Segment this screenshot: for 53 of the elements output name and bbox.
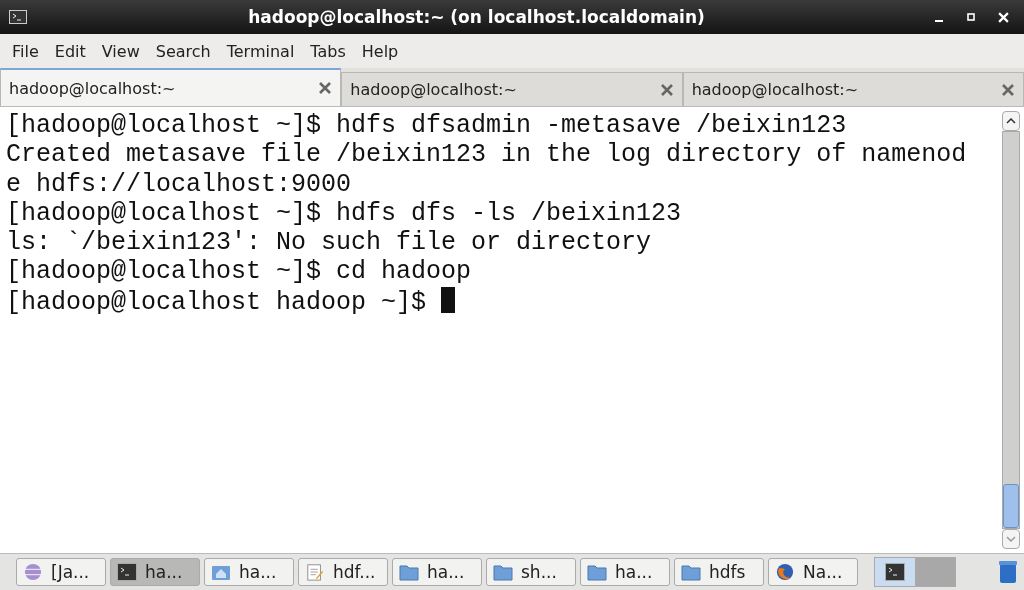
- window-title: hadoop@localhost:~ (on localhost.localdomain): [247, 7, 706, 27]
- minimize-icon: [935, 20, 943, 22]
- folder-icon: [493, 563, 513, 581]
- menu-item[interactable]: Terminal: [218, 38, 303, 64]
- tab[interactable]: hadoop@localhost:~: [0, 68, 342, 106]
- terminal-icon: [9, 10, 27, 24]
- tab[interactable]: hadoop@localhost:~: [341, 72, 683, 106]
- close-icon[interactable]: [659, 82, 674, 97]
- taskbar-button[interactable]: hdfs: [674, 558, 764, 586]
- terminal-line: [hadoop@localhost ~]$ cd hadoop: [6, 257, 473, 287]
- menu-item[interactable]: Edit: [46, 38, 94, 64]
- scroll-thumb[interactable]: [1003, 484, 1019, 528]
- trash-icon[interactable]: [998, 560, 1018, 584]
- taskbar-button[interactable]: ha...: [580, 558, 670, 586]
- close-icon[interactable]: [318, 81, 333, 95]
- folder-icon: [681, 563, 701, 581]
- taskbar-button[interactable]: Na...: [768, 558, 858, 586]
- menu-item[interactable]: Help: [353, 38, 407, 64]
- terminal-line: [hadoop@localhost hadoop ~]$: [6, 286, 1002, 318]
- cursor: [441, 286, 456, 313]
- terminal-line: Created metasave file /beixin123 in the log directory of namenod: [6, 140, 968, 170]
- folder-icon: [587, 563, 607, 581]
- menu-item[interactable]: Tabs: [302, 38, 354, 64]
- home-folder-icon: [211, 563, 231, 581]
- tab-label: hadoop@localhost:~: [691, 80, 860, 99]
- globe-icon: [23, 563, 43, 581]
- maximize-icon: [966, 12, 976, 22]
- terminal-icon: [885, 563, 905, 581]
- terminal-line: e hdfs://localhost:9000: [6, 169, 353, 199]
- notepad-icon: [305, 563, 325, 581]
- scroll-up-icon[interactable]: [1002, 111, 1020, 131]
- terminal-icon: [117, 563, 137, 581]
- tab-label: hadoop@localhost:~: [9, 78, 177, 98]
- taskbar-button[interactable]: [Ja...: [16, 558, 106, 586]
- browser-icon: [775, 563, 795, 581]
- menu-item[interactable]: View: [93, 38, 148, 64]
- tab[interactable]: hadoop@localhost:~: [682, 72, 1024, 106]
- terminal-line: [hadoop@localhost ~]$ hdfs dfs -ls /beixin123: [6, 198, 683, 229]
- taskbar-button[interactable]: ha...: [204, 558, 294, 586]
- taskbar-button[interactable]: sh...: [486, 558, 576, 586]
- close-icon: [997, 11, 1009, 23]
- taskbar-button[interactable]: hdf...: [298, 558, 388, 586]
- terminal-line: ls: `/beixin123': No such file or directory: [6, 228, 653, 258]
- menu-item[interactable]: Search: [147, 38, 219, 64]
- scrollbar[interactable]: [1002, 111, 1020, 549]
- taskbar-button[interactable]: ha...: [392, 558, 482, 586]
- tab-label: hadoop@localhost:~: [350, 80, 518, 99]
- folder-icon: [399, 563, 419, 581]
- menu-item[interactable]: File: [4, 38, 47, 64]
- close-icon[interactable]: [1001, 82, 1015, 97]
- taskbar-button[interactable]: ha...: [110, 558, 200, 586]
- terminal-line: [hadoop@localhost ~]$ hdfs dfsadmin -metasave /beixin123: [6, 111, 848, 141]
- workspace-switcher[interactable]: [874, 557, 956, 587]
